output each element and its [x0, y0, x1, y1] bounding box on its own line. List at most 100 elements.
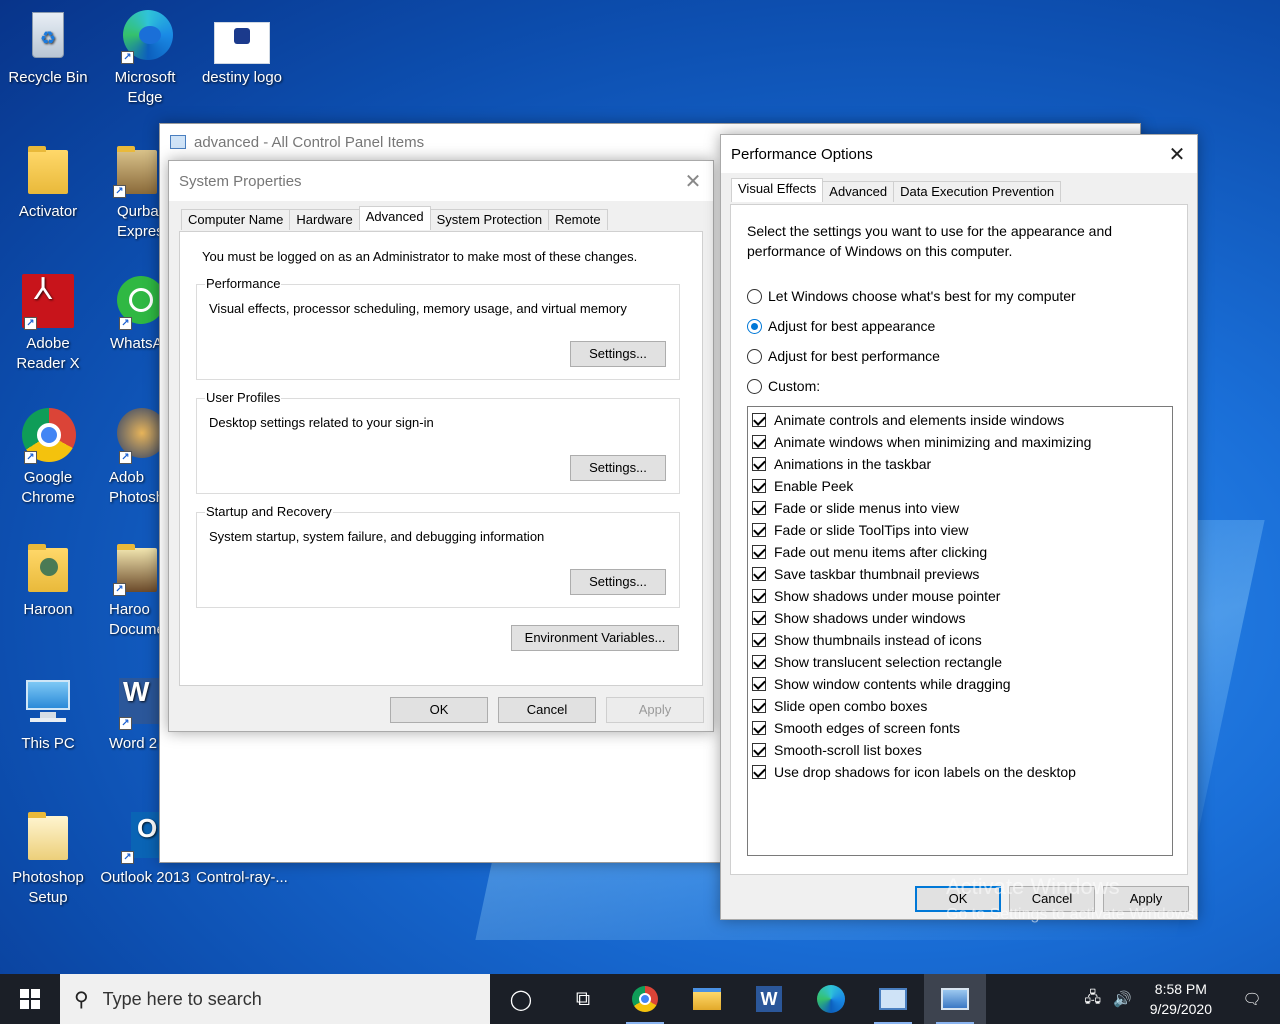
search-placeholder: Type here to search [102, 988, 262, 1009]
tab-system-protection[interactable]: System Protection [429, 209, 550, 230]
task-view-icon[interactable]: ⧉ [552, 974, 614, 1024]
checkbox-item[interactable]: Show thumbnails instead of icons [748, 629, 1172, 651]
tab-remote[interactable]: Remote [548, 209, 608, 230]
folder-icon: ↗ [109, 142, 159, 198]
checkbox[interactable] [752, 655, 766, 669]
desktop-icon-word[interactable]: W ↗ Word 2 [99, 674, 159, 754]
performance-desc: Visual effects, processor scheduling, me… [209, 301, 627, 316]
volume-icon[interactable]: 🔊 [1108, 990, 1138, 1008]
checkbox-item[interactable]: Fade or slide menus into view [748, 497, 1172, 519]
performance-options-dialog[interactable]: Performance Options ✕ Visual Effects Adv… [720, 134, 1198, 920]
radio-custom[interactable]: Custom: [747, 378, 820, 394]
start-button[interactable] [0, 974, 60, 1024]
checkbox[interactable] [752, 611, 766, 625]
checkbox[interactable] [752, 523, 766, 537]
desktop-icon-adobe-reader[interactable]: ⅄ ↗ Adobe Reader X [2, 274, 94, 374]
checkbox-item[interactable]: Show shadows under windows [748, 607, 1172, 629]
performance-group: Performance Visual effects, processor sc… [196, 276, 680, 380]
checkbox[interactable] [752, 765, 766, 779]
taskbar-file-explorer[interactable] [676, 974, 738, 1024]
desktop-icon-qurba[interactable]: ↗ Qurba Expres [99, 142, 159, 242]
radio-let-windows-choose[interactable]: Let Windows choose what's best for my co… [747, 288, 1076, 304]
taskbar-edge[interactable] [800, 974, 862, 1024]
apply-button[interactable]: Apply [606, 697, 704, 723]
tab-computer-name[interactable]: Computer Name [181, 209, 291, 230]
checkbox[interactable] [752, 479, 766, 493]
checkbox[interactable] [752, 501, 766, 515]
checkbox-item[interactable]: Slide open combo boxes [748, 695, 1172, 717]
checkbox-item[interactable]: Animations in the taskbar [748, 453, 1172, 475]
cancel-button[interactable]: Cancel [498, 697, 596, 723]
checkbox-item[interactable]: Animate controls and elements inside win… [748, 409, 1172, 431]
checkbox-item[interactable]: Fade or slide ToolTips into view [748, 519, 1172, 541]
desktop-icon-whatsapp[interactable]: ↗ WhatsA [99, 274, 159, 354]
desktop-icon-edge[interactable]: ↗ Microsoft Edge [99, 8, 191, 108]
checkbox-item[interactable]: Show translucent selection rectangle [748, 651, 1172, 673]
desktop-icon-haroon[interactable]: Haroon [2, 540, 94, 620]
tab-data-execution-prevention[interactable]: Data Execution Prevention [893, 181, 1062, 202]
intro-text: Select the settings you want to use for … [747, 223, 1113, 259]
checkbox-item[interactable]: Animate windows when minimizing and maxi… [748, 431, 1172, 453]
checkbox-item[interactable]: Save taskbar thumbnail previews [748, 563, 1172, 585]
checkbox[interactable] [752, 677, 766, 691]
visual-effects-checklist[interactable]: Animate controls and elements inside win… [747, 406, 1173, 856]
startup-recovery-settings-button[interactable]: Settings... [570, 569, 666, 595]
checkbox[interactable] [752, 633, 766, 647]
checkbox[interactable] [752, 743, 766, 757]
taskbar-control-panel[interactable] [862, 974, 924, 1024]
taskbar-word[interactable]: W [738, 974, 800, 1024]
taskbar-chrome[interactable] [614, 974, 676, 1024]
tab-advanced[interactable]: Advanced [822, 181, 895, 202]
tab-advanced[interactable]: Advanced [358, 206, 431, 230]
desktop-icon-destiny-logo[interactable]: destiny logo [196, 8, 288, 88]
taskbar-system-properties[interactable] [924, 974, 986, 1024]
system-properties-tabs: Computer Name Hardware Advanced System P… [181, 206, 608, 230]
system-properties-titlebar[interactable]: System Properties ✕ [169, 161, 713, 201]
checkbox-item[interactable]: Fade out menu items after clicking [748, 541, 1172, 563]
performance-settings-button[interactable]: Settings... [570, 341, 666, 367]
checkbox[interactable] [752, 435, 766, 449]
desktop-icon-this-pc[interactable]: This PC [2, 674, 94, 754]
performance-options-titlebar[interactable]: Performance Options ✕ [721, 135, 1197, 173]
checkbox[interactable] [752, 589, 766, 603]
notifications-icon[interactable]: 🗨 [1224, 990, 1280, 1008]
activate-windows-title: Activate Windows [946, 874, 1120, 899]
desktop-icon-activator[interactable]: Activator [2, 142, 94, 222]
checkbox[interactable] [752, 545, 766, 559]
clock[interactable]: 8:58 PM 9/29/2020 [1138, 979, 1224, 1019]
performance-options-title: Performance Options [731, 145, 873, 163]
ok-button[interactable]: OK [390, 697, 488, 723]
radio-best-performance[interactable]: Adjust for best performance [747, 348, 940, 364]
checkbox[interactable] [752, 413, 766, 427]
checkbox-item[interactable]: Enable Peek [748, 475, 1172, 497]
desktop-icon-recycle-bin[interactable]: ♻ Recycle Bin [2, 8, 94, 88]
desktop-icon-chrome[interactable]: ↗ Google Chrome [2, 408, 94, 508]
network-icon[interactable]: 🖧 [1078, 987, 1108, 1012]
tab-visual-effects[interactable]: Visual Effects [731, 178, 824, 202]
windows-logo-icon [20, 989, 40, 1009]
radio-best-appearance[interactable]: Adjust for best appearance [747, 318, 935, 334]
performance-options-tabs: Visual Effects Advanced Data Execution P… [731, 178, 1062, 202]
cortana-icon[interactable]: ◯ [490, 974, 552, 1024]
image-file-icon [214, 8, 270, 64]
checkbox[interactable] [752, 567, 766, 581]
checkbox-item[interactable]: Use drop shadows for icon labels on the … [748, 761, 1172, 783]
checkbox[interactable] [752, 699, 766, 713]
checkbox-item[interactable]: Smooth edges of screen fonts [748, 717, 1172, 739]
tab-hardware[interactable]: Hardware [289, 209, 360, 230]
system-properties-dialog[interactable]: System Properties ✕ Computer Name Hardwa… [168, 160, 714, 732]
environment-variables-button[interactable]: Environment Variables... [511, 625, 679, 651]
checkbox[interactable] [752, 457, 766, 471]
desktop-icon-photoshop[interactable]: ↗ Adob Photosh [99, 408, 159, 508]
desktop-icon-photoshop-setup[interactable]: Photoshop Setup [2, 808, 94, 908]
checkbox-item[interactable]: Smooth-scroll list boxes [748, 739, 1172, 761]
clock-date: 9/29/2020 [1149, 1001, 1212, 1017]
close-icon[interactable]: ✕ [1157, 136, 1197, 172]
close-icon[interactable]: ✕ [673, 163, 713, 199]
taskbar-search-box[interactable]: ⚲ Type here to search [60, 974, 490, 1024]
checkbox-item[interactable]: Show shadows under mouse pointer [748, 585, 1172, 607]
user-profiles-settings-button[interactable]: Settings... [570, 455, 666, 481]
desktop-icon-haroon-documents[interactable]: ↗ Haroo Docume [99, 540, 159, 640]
checkbox[interactable] [752, 721, 766, 735]
checkbox-item[interactable]: Show window contents while dragging [748, 673, 1172, 695]
